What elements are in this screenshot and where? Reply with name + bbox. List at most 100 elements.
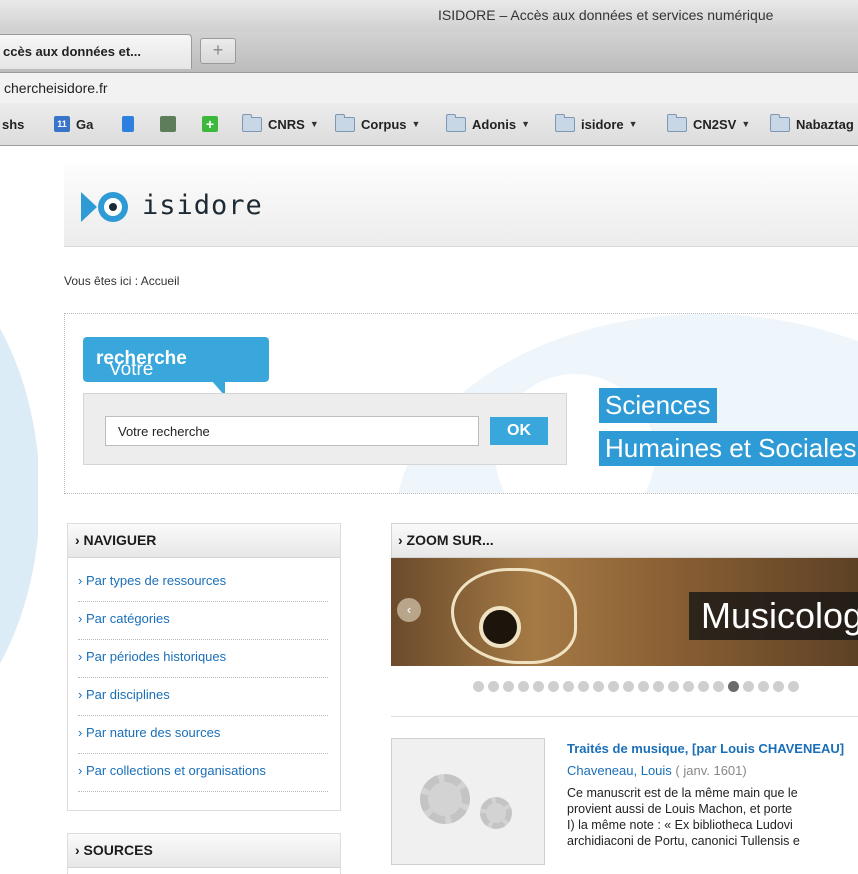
bookmark-label: Corpus [361, 116, 407, 132]
carousel-dot[interactable] [638, 681, 649, 692]
bookmark-label: CNRS [268, 116, 305, 132]
bookmark-label: isidore [581, 116, 624, 132]
search-ok-button[interactable]: OK [490, 417, 548, 445]
chevron-down-icon: ▼ [309, 119, 319, 129]
article-desc-line: Ce manuscrit est de la même main que le [567, 786, 798, 800]
article-date: ( janv. 1601) [671, 763, 747, 778]
chevron-down-icon: ▼ [741, 119, 751, 129]
site-header: isidore [64, 164, 858, 247]
bookmark-label: shs [2, 116, 25, 132]
chevron-down-icon: ▼ [628, 119, 638, 129]
instrument-soundhole [479, 606, 521, 648]
bookmark-evernote[interactable] [160, 114, 182, 134]
bookmark-folder-nabaztag[interactable]: Nabaztag [770, 113, 854, 134]
calendar-icon: 11 [54, 116, 70, 132]
bookmark-shs[interactable]: shs [2, 114, 24, 134]
carousel-dot[interactable] [548, 681, 559, 692]
carousel-pager [473, 681, 803, 693]
carousel-dot[interactable] [593, 681, 604, 692]
site-logo-text[interactable]: isidore [142, 190, 263, 221]
search-input[interactable] [105, 416, 479, 446]
plus-icon: + [202, 116, 218, 132]
sources-heading: › SOURCES [75, 842, 153, 858]
window-title: ISIDORE – Accès aux données et services … [438, 7, 774, 23]
document-icon [122, 116, 134, 132]
folder-icon [335, 113, 355, 132]
carousel-dot[interactable] [728, 681, 739, 692]
carousel-dot[interactable] [773, 681, 784, 692]
nav-item-types[interactable]: › Par types de ressources [78, 564, 328, 602]
carousel-dot[interactable] [608, 681, 619, 692]
address-bar[interactable]: chercheisidore.fr [0, 73, 858, 104]
bookmark-label: CN2SV [693, 116, 737, 132]
bookmark-label: Adonis [472, 116, 517, 132]
gear-icon [480, 797, 512, 829]
carousel-dot[interactable] [743, 681, 754, 692]
bookmark-folder-cnrs[interactable]: CNRS ▼ [242, 113, 319, 134]
chevron-down-icon: ▼ [411, 119, 421, 129]
carousel-dot[interactable] [533, 681, 544, 692]
nav-item-collections[interactable]: › Par collections et organisations [78, 754, 328, 792]
bookmark-label: Ga [76, 116, 94, 132]
carousel-dot[interactable] [653, 681, 664, 692]
breadcrumb: Vous êtes ici : Accueil [64, 274, 180, 288]
address-url: chercheisidore.fr [4, 80, 108, 96]
tab-strip: ccès aux données et... + [0, 32, 858, 73]
carousel-dot[interactable] [563, 681, 574, 692]
carousel-dot[interactable] [503, 681, 514, 692]
carousel-dot[interactable] [683, 681, 694, 692]
new-tab-button[interactable]: + [200, 38, 236, 64]
article-description: Ce manuscrit est de la même main que le … [567, 785, 858, 849]
carousel-dot[interactable] [758, 681, 769, 692]
zoom-heading: › ZOOM SUR... [398, 532, 494, 548]
navigate-heading: › NAVIGUER [75, 532, 157, 548]
carousel-dot[interactable] [668, 681, 679, 692]
evernote-icon [160, 116, 176, 132]
search-heading-prefix: Votre [109, 359, 154, 380]
carousel-dot[interactable] [473, 681, 484, 692]
carousel-prev-button[interactable]: ‹ [397, 598, 421, 622]
bookmark-doc[interactable] [122, 114, 140, 134]
bookmark-folder-cn2sv[interactable]: CN2SV ▼ [667, 113, 751, 134]
web-page: isidore Vous êtes ici : Accueil Votre re… [0, 146, 858, 874]
folder-icon [446, 113, 466, 132]
tagline-humaines: Humaines et Sociales [599, 431, 858, 466]
bookmark-folder-adonis[interactable]: Adonis ▼ [446, 113, 530, 134]
bookmark-add[interactable]: + [202, 114, 224, 134]
carousel-slide-label: Musicologie [689, 592, 858, 640]
article-thumbnail[interactable] [391, 738, 545, 865]
folder-icon [770, 113, 790, 132]
nav-item-periodes[interactable]: › Par périodes historiques [78, 640, 328, 678]
folder-icon [555, 113, 575, 132]
carousel-dot[interactable] [698, 681, 709, 692]
article-title[interactable]: Traités de musique, [par Louis CHAVENEAU… [567, 741, 844, 756]
article-author[interactable]: Chaveneau, Louis [567, 763, 672, 778]
carousel-slide[interactable]: ‹ Musicologie [391, 558, 858, 666]
nav-item-disciplines[interactable]: › Par disciplines [78, 678, 328, 716]
isidore-logo-icon[interactable] [81, 190, 129, 224]
carousel-dot[interactable] [713, 681, 724, 692]
folder-icon [667, 113, 687, 132]
window-titlebar: ISIDORE – Accès aux données et services … [0, 0, 858, 33]
browser-tab-title: ccès aux données et... [3, 44, 142, 59]
carousel-dot[interactable] [578, 681, 589, 692]
bookmark-calendar[interactable]: 11 Ga [54, 114, 93, 134]
navigate-panel: › NAVIGUER › Par types de ressources › P… [67, 523, 341, 811]
article-desc-line: provient aussi de Louis Machon, et porte [567, 802, 793, 816]
bookmarks-bar: shs 11 Ga + CNRS ▼ Corpus ▼ Adonis ▼ isidor… [0, 103, 858, 146]
article-meta: Chaveneau, Louis ( janv. 1601) [567, 763, 747, 778]
bookmark-folder-corpus[interactable]: Corpus ▼ [335, 113, 421, 134]
carousel-dot[interactable] [488, 681, 499, 692]
search-box: OK [83, 393, 567, 465]
bookmark-folder-isidore[interactable]: isidore ▼ [555, 113, 638, 134]
sources-panel: › SOURCES [67, 833, 341, 874]
article-desc-line: I) la même note : « Ex bibliotheca Ludov… [567, 818, 793, 832]
carousel-dot[interactable] [518, 681, 529, 692]
nav-item-nature[interactable]: › Par nature des sources [78, 716, 328, 754]
browser-tab[interactable]: ccès aux données et... [0, 34, 192, 69]
nav-item-categories[interactable]: › Par catégories [78, 602, 328, 640]
carousel-dot[interactable] [788, 681, 799, 692]
carousel-dot[interactable] [623, 681, 634, 692]
tagline-sciences: Sciences [599, 388, 717, 423]
folder-icon [242, 113, 262, 132]
